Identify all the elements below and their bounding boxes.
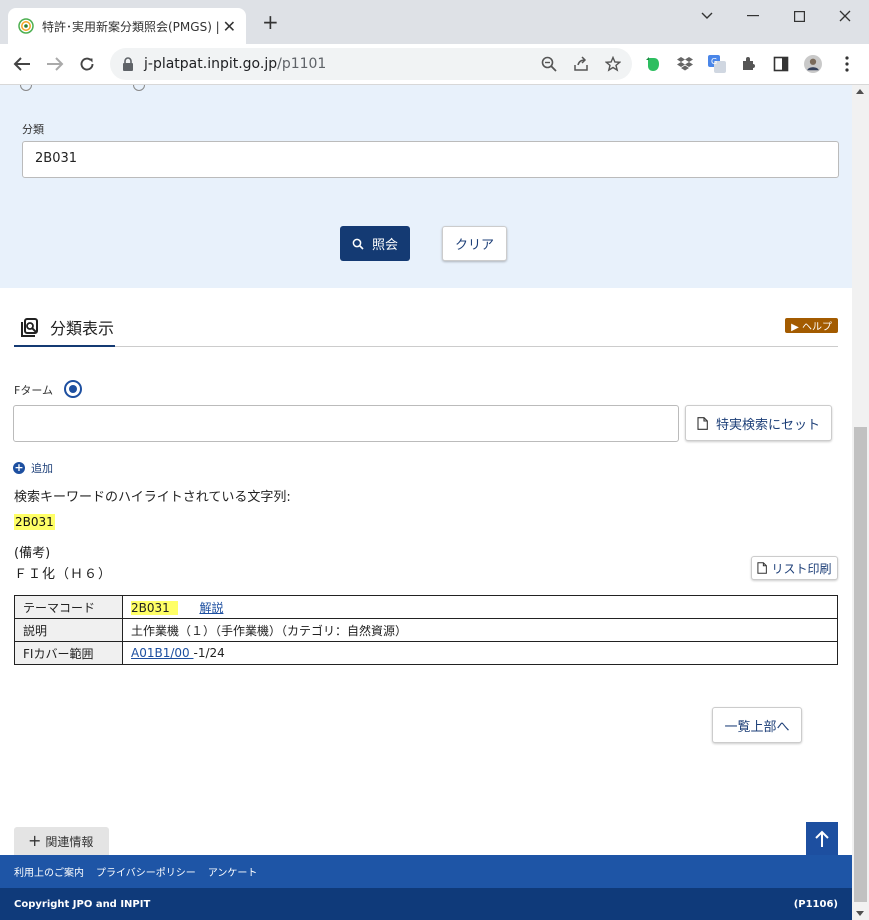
back-icon[interactable] bbox=[12, 54, 32, 74]
search-icon bbox=[352, 238, 364, 250]
fterm-input[interactable] bbox=[13, 405, 679, 442]
close-window-icon[interactable] bbox=[830, 6, 860, 26]
section-header: 分類表示 ▶ ヘルプ bbox=[14, 311, 838, 347]
url-host: j-platpat.inpit.go.jp bbox=[144, 56, 278, 72]
add-label: 追加 bbox=[31, 462, 53, 475]
fi-cover-link[interactable]: A01B1/00 bbox=[131, 646, 193, 660]
theme-code-value: 2B031 bbox=[131, 600, 178, 615]
radio-fragment[interactable] bbox=[133, 85, 145, 91]
svg-text:G: G bbox=[711, 57, 717, 66]
zoom-icon[interactable] bbox=[540, 55, 558, 73]
fterm-radio[interactable] bbox=[64, 380, 82, 398]
footer-link-usage[interactable]: 利用上のご案内 bbox=[14, 864, 84, 879]
jplatpat-favicon-icon bbox=[18, 18, 34, 34]
scroll-up-arrow-icon[interactable] bbox=[856, 89, 864, 94]
theme-code-header: テーマコード bbox=[14, 595, 123, 619]
table-row: テーマコード 2B031 解説 bbox=[14, 595, 838, 619]
help-button[interactable]: ▶ ヘルプ bbox=[785, 318, 838, 333]
scroll-to-top-button[interactable] bbox=[806, 822, 838, 855]
footer-links: 利用上のご案内 プライバシーポリシー アンケート bbox=[0, 855, 852, 888]
classification-label: 分類 bbox=[22, 123, 44, 136]
radio-fragment[interactable] bbox=[20, 85, 32, 91]
explanation-link[interactable]: 解説 bbox=[199, 601, 223, 615]
plus-icon: + bbox=[28, 831, 42, 850]
footer-link-privacy[interactable]: プライバシーポリシー bbox=[96, 864, 196, 879]
tab-title: 特許･実用新案分類照会(PMGS) | bbox=[42, 19, 220, 34]
search-button[interactable]: 照会 bbox=[340, 226, 410, 261]
scroll-thumb[interactable] bbox=[854, 427, 867, 902]
clear-button[interactable]: クリア bbox=[442, 226, 507, 261]
url-path: /p1101 bbox=[277, 56, 327, 72]
highlight-keyword: 2B031 bbox=[14, 514, 55, 530]
copyright-text: Copyright JPO and INPIT bbox=[14, 898, 151, 910]
address-bar[interactable]: j-platpat.inpit.go.jp/p1101 bbox=[110, 48, 632, 80]
page-scrollbar[interactable] bbox=[852, 85, 869, 920]
plus-circle-icon: + bbox=[13, 461, 25, 474]
page-id: (P1106) bbox=[793, 898, 838, 910]
list-top-button[interactable]: 一覧上部へ bbox=[712, 707, 802, 743]
dropbox-extension-icon[interactable] bbox=[676, 55, 694, 73]
section-title: 分類表示 bbox=[50, 319, 115, 338]
document-icon bbox=[757, 562, 768, 574]
lock-icon[interactable] bbox=[122, 57, 134, 71]
remarks-label: (備考) bbox=[14, 546, 51, 561]
fi-cover-cell: A01B1/00 -1/24 bbox=[122, 641, 838, 665]
document-icon bbox=[697, 416, 708, 430]
add-link[interactable]: + 追加 bbox=[13, 460, 53, 476]
search-panel: 分類 2B031 照会 クリア bbox=[0, 85, 852, 288]
search-button-label: 照会 bbox=[371, 237, 398, 252]
profile-avatar[interactable] bbox=[804, 55, 822, 73]
browser-toolbar: j-platpat.inpit.go.jp/p1101 G bbox=[0, 44, 869, 85]
minimize-icon[interactable] bbox=[738, 6, 768, 26]
extensions-puzzle-icon[interactable] bbox=[740, 55, 758, 73]
related-info-label: 関連情報 bbox=[45, 834, 94, 849]
table-row: FIカバー範囲 A01B1/00 -1/24 bbox=[14, 641, 838, 665]
new-tab-icon[interactable]: + bbox=[262, 12, 279, 32]
remarks-text: ＦＩ化（Ｈ６） bbox=[14, 567, 113, 582]
bookmark-star-icon[interactable] bbox=[604, 55, 622, 73]
theme-code-cell: 2B031 解説 bbox=[122, 595, 838, 619]
browser-tab-bar: 特許･実用新案分類照会(PMGS) | ✕ + bbox=[0, 0, 869, 44]
arrow-up-icon bbox=[815, 830, 829, 847]
tab-close-icon[interactable]: ✕ bbox=[223, 17, 236, 36]
highlight-caption: 検索キーワードのハイライトされている文字列: bbox=[14, 490, 291, 505]
fterm-label: Fターム bbox=[14, 384, 53, 397]
section-underline bbox=[14, 345, 115, 347]
table-row: 説明 土作業機（１）（手作業機）（カテゴリ：自然資源） bbox=[14, 618, 838, 642]
set-to-search-label: 特実検索にセット bbox=[715, 416, 820, 432]
description-header: 説明 bbox=[14, 618, 123, 642]
classification-search-icon bbox=[21, 318, 38, 337]
tab-search-chevron-icon[interactable] bbox=[692, 6, 722, 26]
description-cell: 土作業機（１）（手作業機）（カテゴリ：自然資源） bbox=[122, 618, 838, 642]
classification-input[interactable]: 2B031 bbox=[22, 141, 839, 178]
forward-icon[interactable] bbox=[45, 54, 65, 74]
footer-copyright-bar: Copyright JPO and INPIT (P1106) bbox=[0, 888, 852, 920]
set-to-search-button[interactable]: 特実検索にセット bbox=[685, 405, 832, 441]
fi-cover-suffix: -1/24 bbox=[193, 646, 225, 660]
maximize-icon[interactable] bbox=[784, 6, 814, 26]
fi-cover-header: FIカバー範囲 bbox=[14, 641, 123, 665]
footer-link-survey[interactable]: アンケート bbox=[208, 864, 258, 879]
reload-icon[interactable] bbox=[77, 54, 97, 74]
evernote-extension-icon[interactable] bbox=[644, 55, 662, 73]
related-info-tab[interactable]: + 関連情報 bbox=[14, 827, 109, 855]
scroll-down-arrow-icon[interactable] bbox=[856, 911, 864, 916]
print-list-button[interactable]: リスト印刷 bbox=[751, 556, 838, 580]
browser-tab[interactable]: 特許･実用新案分類照会(PMGS) | ✕ bbox=[8, 8, 246, 44]
page-content: 分類 2B031 照会 クリア 分類表示 ▶ ヘルプ Fターム 特実検索にセット… bbox=[0, 85, 852, 920]
theme-info-table: テーマコード 2B031 解説 説明 土作業機（１）（手作業機）（カテゴリ：自然… bbox=[14, 595, 838, 665]
browser-menu-icon[interactable] bbox=[838, 55, 856, 73]
translate-extension-icon[interactable]: G bbox=[708, 55, 726, 73]
print-list-label: リスト印刷 bbox=[771, 561, 832, 576]
share-icon[interactable] bbox=[572, 55, 590, 73]
side-panel-icon[interactable] bbox=[772, 55, 790, 73]
